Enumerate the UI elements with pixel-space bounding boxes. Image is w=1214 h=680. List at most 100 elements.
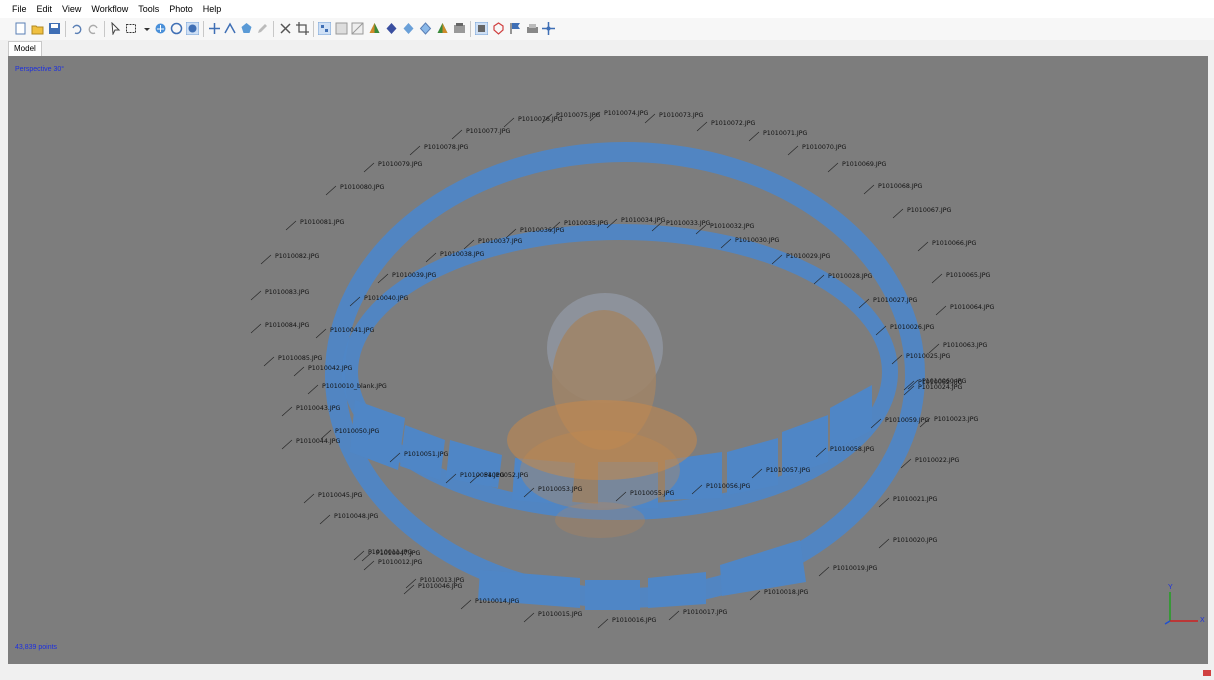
camera-label[interactable]: P1010065.JPG [946,272,990,279]
show-cameras-icon[interactable] [317,21,332,36]
dense-cloud-icon[interactable] [419,22,432,35]
camera-label[interactable]: P1010057.JPG [766,467,810,474]
camera-label[interactable]: P1010040.JPG [364,295,408,302]
rotate-object-icon[interactable] [154,22,167,35]
crop-selection-icon[interactable] [296,22,309,35]
camera-label[interactable]: P1010084.JPG [265,322,309,329]
menu-workflow[interactable]: Workflow [86,0,133,18]
camera-label[interactable]: P1010023.JPG [934,416,978,423]
camera-label[interactable]: P1010034.JPG [621,217,665,224]
camera-label[interactable]: P1010085.JPG [278,355,322,362]
camera-label[interactable]: P1010032.JPG [710,223,754,230]
camera-label[interactable]: P1010010_blank.JPG [322,383,387,390]
show-grid-icon[interactable] [335,22,348,35]
camera-label[interactable]: P1010045.JPG [318,492,362,499]
camera-label[interactable]: P1010016.JPG [612,617,656,624]
model-viewport[interactable]: Y X P1010076.JPG P1010075.JPG P1010074.JPG… [8,56,1208,664]
camera-label[interactable]: P1010064.JPG [950,304,994,311]
camera-label[interactable]: P1010063.JPG [943,342,987,349]
add-marker-icon[interactable] [208,22,221,35]
menu-edit[interactable]: Edit [32,0,58,18]
camera-label[interactable]: P1010068.JPG [878,183,922,190]
menu-tools[interactable]: Tools [133,0,164,18]
navigation-pointer-icon[interactable] [109,21,122,36]
camera-label[interactable]: P1010022.JPG [915,457,959,464]
camera-label[interactable]: P1010035.JPG [564,220,608,227]
tab-model[interactable]: Model [8,41,42,57]
camera-label[interactable]: P1010026.JPG [890,324,934,331]
camera-label[interactable]: P1010039.JPG [392,272,436,279]
camera-label[interactable]: P1010017.JPG [683,609,727,616]
camera-label[interactable]: P1010038.JPG [440,251,484,258]
camera-label[interactable]: P1010044.JPG [296,438,340,445]
show-images-icon[interactable] [453,22,466,35]
camera-label[interactable]: P1010060.JPG [922,378,966,385]
move-region-icon[interactable] [542,22,555,35]
save-icon[interactable] [48,22,61,35]
camera-label[interactable]: P1010047.JPG [376,550,420,557]
camera-label[interactable]: P1010078.JPG [424,144,468,151]
camera-label[interactable]: P1010070.JPG [802,144,846,151]
camera-label[interactable]: P1010054.JPG [460,472,504,479]
camera-label[interactable]: P1010053.JPG [538,486,582,493]
camera-label[interactable]: P1010080.JPG [340,184,384,191]
tiled-model-icon[interactable] [436,22,449,35]
menu-photo[interactable]: Photo [164,0,198,18]
camera-label[interactable]: P1010025.JPG [906,353,950,360]
camera-label[interactable]: P1010074.JPG [604,110,648,117]
camera-label[interactable]: P1010014.JPG [475,598,519,605]
show-dem-icon[interactable] [526,22,539,35]
pencil-icon[interactable] [256,22,269,35]
undo-icon[interactable] [70,22,83,35]
camera-label[interactable]: P1010042.JPG [308,365,352,372]
camera-label[interactable]: P1010069.JPG [842,161,886,168]
camera-label[interactable]: P1010072.JPG [711,120,755,127]
camera-label[interactable]: P1010082.JPG [275,253,319,260]
camera-label[interactable]: P1010028.JPG [828,273,872,280]
camera-label[interactable]: P1010046.JPG [418,583,462,590]
camera-label[interactable]: P1010036.JPG [520,227,564,234]
menu-file[interactable]: File [0,0,32,18]
show-dem-icon[interactable] [509,22,522,35]
shape-icon[interactable] [240,22,253,35]
navigate-icon[interactable] [140,22,153,35]
show-region-icon[interactable] [351,22,364,35]
redo-icon[interactable] [87,22,100,35]
camera-label[interactable]: P1010018.JPG [764,589,808,596]
camera-label[interactable]: P1010020.JPG [893,537,937,544]
camera-label[interactable]: P1010027.JPG [873,297,917,304]
menu-view[interactable]: View [57,0,86,18]
shaded-icon[interactable] [385,22,398,35]
camera-label[interactable]: P1010073.JPG [659,112,703,119]
camera-label[interactable]: P1010067.JPG [907,207,951,214]
camera-label[interactable]: P1010015.JPG [538,611,582,618]
rectangle-selection-icon[interactable] [125,22,138,35]
camera-label[interactable]: P1010066.JPG [932,240,976,247]
camera-label[interactable]: P1010079.JPG [378,161,422,168]
camera-label[interactable]: P1010033.JPG [666,220,710,227]
camera-label[interactable]: P1010037.JPG [478,238,522,245]
camera-label[interactable]: P1010077.JPG [466,128,510,135]
camera-label[interactable]: P1010051.JPG [404,451,448,458]
menu-help[interactable]: Help [198,0,227,18]
camera-label[interactable]: P1010019.JPG [833,565,877,572]
camera-label[interactable]: P1010055.JPG [630,490,674,497]
show-shapes-icon[interactable] [474,21,489,36]
camera-label[interactable]: P1010043.JPG [296,405,340,412]
camera-label[interactable]: P1010041.JPG [330,327,374,334]
camera-label[interactable]: P1010024.JPG [918,384,962,391]
camera-label[interactable]: P1010071.JPG [763,130,807,137]
delete-selection-icon[interactable] [279,22,292,35]
camera-label[interactable]: P1010059.JPG [885,417,929,424]
new-document-icon[interactable] [14,22,27,35]
camera-label[interactable]: P1010012.JPG [378,559,422,566]
show-markers-icon[interactable] [492,22,505,35]
camera-label[interactable]: P1010048.JPG [334,513,378,520]
camera-label[interactable]: P1010056.JPG [706,483,750,490]
camera-label[interactable]: P1010081.JPG [300,219,344,226]
camera-label[interactable]: P1010058.JPG [830,446,874,453]
camera-label[interactable]: P1010029.JPG [786,253,830,260]
camera-label[interactable]: P1010083.JPG [265,289,309,296]
rotate-sphere-icon[interactable] [170,22,183,35]
camera-label[interactable]: P1010050.JPG [335,428,379,435]
